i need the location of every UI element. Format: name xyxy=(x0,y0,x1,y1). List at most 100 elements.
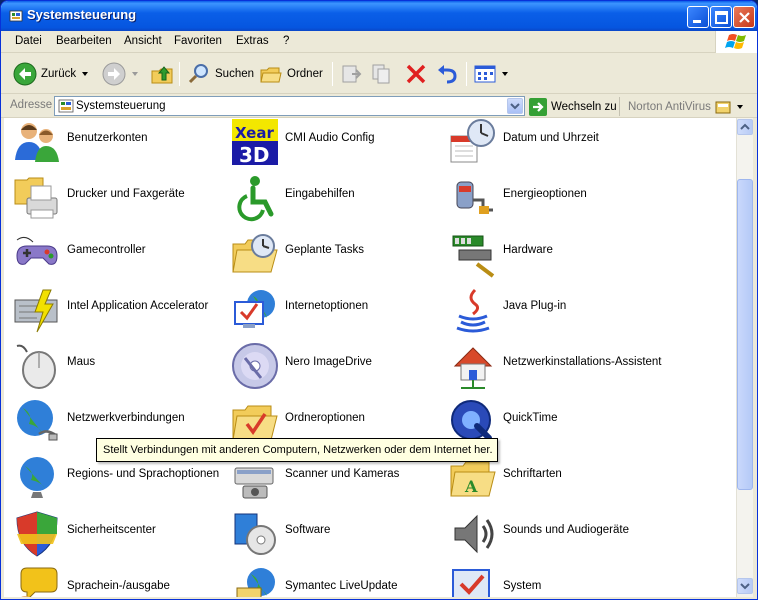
folders-button[interactable]: Ordner xyxy=(259,60,323,88)
menu-extras[interactable]: Extras xyxy=(236,35,269,47)
close-icon xyxy=(739,12,750,23)
item-cmi-audio-config[interactable]: Xear 3D CMI Audio Config xyxy=(225,118,443,174)
views-button[interactable] xyxy=(473,60,509,88)
item-label: Nero ImageDrive xyxy=(285,356,372,368)
copy-to-icon xyxy=(372,64,390,84)
globe-icon xyxy=(20,457,54,498)
copy-to-button[interactable] xyxy=(370,60,394,88)
item-label: Geplante Tasks xyxy=(285,244,365,256)
item-datum-und-uhrzeit[interactable]: Datum und Uhrzeit xyxy=(443,118,661,174)
gamepad-icon xyxy=(16,236,58,265)
item-sprachein-ausgabe[interactable]: Sprachein-/ausgabe xyxy=(7,566,225,597)
chevron-down-icon xyxy=(740,583,750,590)
item-label: Maus xyxy=(67,356,96,368)
go-button[interactable]: Wechseln zu xyxy=(529,97,617,116)
scroll-up-button[interactable] xyxy=(737,119,753,135)
norton-icon xyxy=(715,101,731,113)
cmi-audio-icon: Xear 3D xyxy=(232,119,278,166)
chevron-down-icon[interactable] xyxy=(501,69,509,79)
delete-button[interactable] xyxy=(404,60,428,88)
close-button[interactable] xyxy=(733,6,755,28)
title-bar[interactable]: Systemsteuerung xyxy=(1,1,757,31)
address-dropdown-button[interactable] xyxy=(507,98,523,114)
item-java-plug-in[interactable]: Java Plug-in xyxy=(443,286,661,342)
item-nero-imagedrive[interactable]: Nero ImageDrive xyxy=(225,342,443,398)
menu-help[interactable]: ? xyxy=(283,35,289,47)
item-label: Sicherheitscenter xyxy=(67,524,156,536)
back-button[interactable]: Zurück xyxy=(13,60,90,88)
menu-favoriten[interactable]: Favoriten xyxy=(174,35,222,47)
item-label: Drucker und Faxgeräte xyxy=(67,188,185,200)
tooltip: Stellt Verbindungen mit anderen Computer… xyxy=(96,438,498,462)
item-energieoptionen[interactable]: Energieoptionen xyxy=(443,174,661,230)
item-hardware[interactable]: Hardware xyxy=(443,230,661,286)
back-arrow-icon xyxy=(13,62,37,86)
internet-options-icon xyxy=(234,290,275,328)
address-value: Systemsteuerung xyxy=(76,100,166,112)
menu-datei[interactable]: Datei xyxy=(15,35,42,47)
scroll-down-button[interactable] xyxy=(737,578,753,594)
item-maus[interactable]: Maus xyxy=(7,342,225,398)
menu-ansicht[interactable]: Ansicht xyxy=(124,35,162,47)
item-gamecontroller[interactable]: Gamecontroller xyxy=(7,230,225,286)
item-system[interactable]: System xyxy=(443,566,661,597)
maximize-button[interactable] xyxy=(710,6,732,28)
address-label: Adresse xyxy=(10,99,53,111)
item-label: System xyxy=(503,580,542,592)
item-label: Hardware xyxy=(503,244,553,256)
norton-antivirus-toolbar[interactable]: Norton AntiVirus xyxy=(619,97,745,116)
item-benutzerkonten[interactable]: Benutzerkonten xyxy=(7,118,225,174)
norton-label: Norton AntiVirus xyxy=(628,100,711,113)
address-input[interactable]: Systemsteuerung xyxy=(54,96,525,116)
item-eingabehilfen[interactable]: Eingabehilfen xyxy=(225,174,443,230)
item-label: CMI Audio Config xyxy=(285,132,375,144)
up-folder-button[interactable] xyxy=(150,60,174,88)
move-to-button[interactable] xyxy=(339,60,363,88)
undo-icon xyxy=(438,65,457,84)
item-drucker-und-faxgeraete[interactable]: Drucker und Faxgeräte xyxy=(7,174,225,230)
chevron-down-icon[interactable] xyxy=(80,69,90,79)
search-button[interactable]: Suchen xyxy=(187,60,254,88)
item-sounds-und-audiogeraete[interactable]: Sounds und Audiogeräte xyxy=(443,510,661,566)
forward-arrow-icon xyxy=(102,62,126,86)
hardware-icon xyxy=(452,235,495,278)
item-geplante-tasks[interactable]: Geplante Tasks xyxy=(225,230,443,286)
item-sicherheitscenter[interactable]: Sicherheitscenter xyxy=(7,510,225,566)
item-label: Java Plug-in xyxy=(503,300,567,312)
java-icon xyxy=(456,288,490,333)
item-regions-und-sprachoptionen[interactable]: Regions- und Sprachoptionen xyxy=(7,454,225,510)
item-label: Regions- und Sprachoptionen xyxy=(67,468,220,480)
windows-flag-icon xyxy=(725,34,746,49)
item-internetoptionen[interactable]: Internetoptionen xyxy=(225,286,443,342)
printer-icon xyxy=(14,177,58,219)
explorer-window: Systemsteuerung Datei Bearbeiten Ansicht… xyxy=(0,0,758,600)
menu-bar: Datei Bearbeiten Ansicht Favoriten Extra… xyxy=(1,31,757,53)
speaker-icon xyxy=(454,514,494,554)
forward-button[interactable] xyxy=(102,60,140,88)
item-intel-application-accelerator[interactable]: Intel Application Accelerator xyxy=(7,286,225,342)
liveupdate-icon xyxy=(236,568,275,597)
chevron-down-icon[interactable] xyxy=(735,102,745,112)
maximize-icon xyxy=(715,11,728,24)
system-icon xyxy=(452,569,490,597)
chevron-down-icon[interactable] xyxy=(130,69,140,79)
intel-accelerator-icon xyxy=(14,289,58,333)
item-netzwerkinstallations-assistent[interactable]: Netzwerkinstallations-Assistent xyxy=(443,342,662,398)
scroll-thumb[interactable] xyxy=(737,179,753,490)
power-plug-icon xyxy=(456,181,493,214)
item-symantec-liveupdate[interactable]: Symantec LiveUpdate xyxy=(225,566,443,597)
delete-x-icon xyxy=(406,64,426,84)
mouse-icon xyxy=(16,344,56,389)
windows-logo xyxy=(715,31,757,53)
svg-text:Xear: Xear xyxy=(235,124,274,142)
item-label: Sprachein-/ausgabe xyxy=(67,580,170,592)
menu-bearbeiten[interactable]: Bearbeiten xyxy=(56,35,112,47)
item-label: QuickTime xyxy=(503,412,558,424)
undo-button[interactable] xyxy=(435,60,459,88)
vertical-scrollbar[interactable] xyxy=(736,118,753,597)
minimize-button[interactable] xyxy=(687,6,709,28)
item-scanner-und-kameras[interactable]: Scanner und Kameras xyxy=(225,454,443,510)
item-software[interactable]: Software xyxy=(225,510,443,566)
toolbar-separator xyxy=(332,62,333,86)
item-schriftarten[interactable]: A Schriftarten xyxy=(443,454,661,510)
